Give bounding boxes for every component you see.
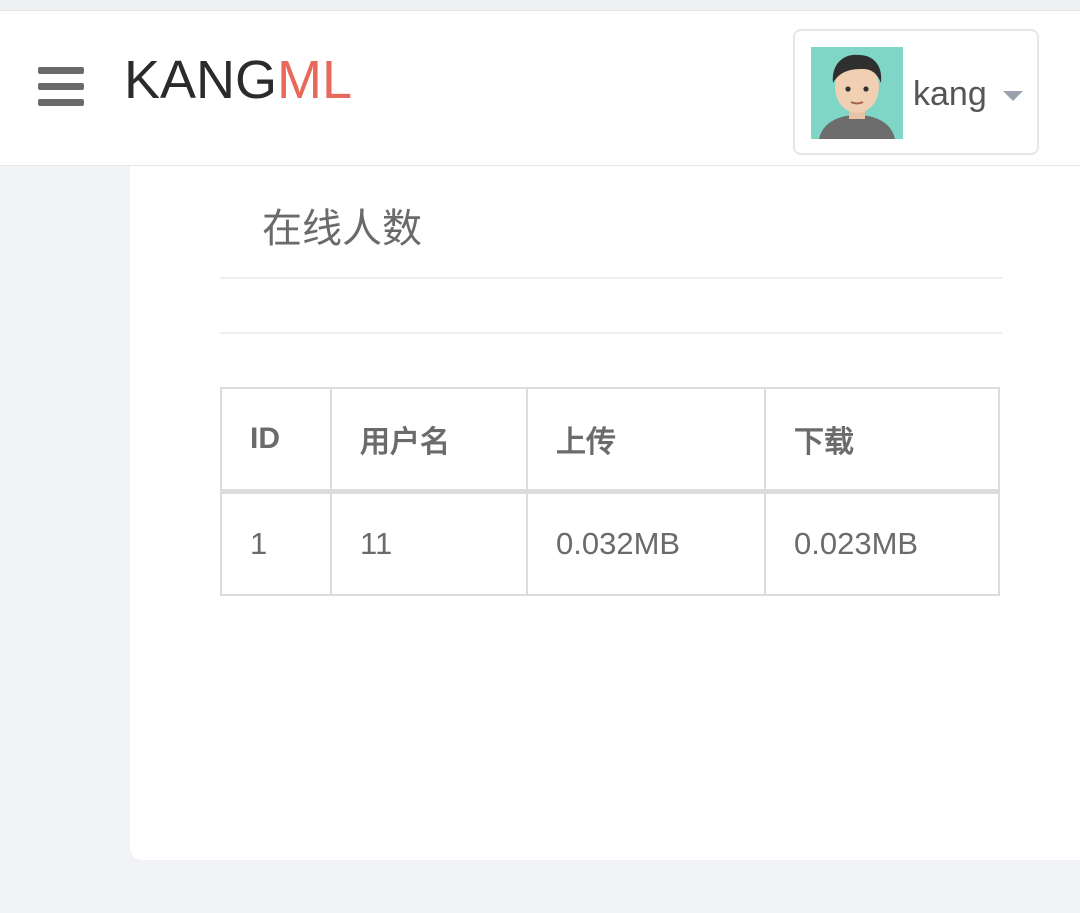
panel-title: 在线人数 xyxy=(262,206,422,252)
cell-download: 0.023MB xyxy=(764,490,1000,596)
column-header-username: 用户名 xyxy=(330,387,528,494)
username-label: kang xyxy=(913,75,987,113)
cell-upload: 0.032MB xyxy=(526,490,766,596)
divider xyxy=(220,332,1002,334)
column-header-upload: 上传 xyxy=(526,387,766,494)
user-avatar xyxy=(811,47,903,139)
user-menu-dropdown[interactable]: kang xyxy=(793,29,1039,155)
online-users-table: ID 用户名 上传 下载 1 11 0.032MB 0.023MB xyxy=(220,387,1000,596)
cell-id: 1 xyxy=(220,490,332,596)
hamburger-menu-icon[interactable] xyxy=(38,67,86,107)
online-users-panel: 在线人数 ID 用户名 上传 下载 1 11 0.032MB 0.023MB xyxy=(130,166,1080,860)
brand-logo[interactable]: KANGML xyxy=(124,53,352,107)
brand-primary-text: KANG xyxy=(124,50,278,110)
column-header-id: ID xyxy=(220,387,332,494)
caret-down-icon xyxy=(1003,91,1023,101)
top-status-strip xyxy=(0,0,1080,11)
cell-username: 11 xyxy=(330,490,528,596)
table-row: 1 11 0.032MB 0.023MB xyxy=(220,490,1000,596)
column-header-download: 下载 xyxy=(764,387,1000,494)
brand-accent-text: ML xyxy=(277,50,353,110)
table-header-row: ID 用户名 上传 下载 xyxy=(220,387,1000,494)
top-navbar: KANGML kang xyxy=(0,11,1080,166)
avatar-face-icon xyxy=(811,47,903,139)
divider xyxy=(220,277,1002,279)
